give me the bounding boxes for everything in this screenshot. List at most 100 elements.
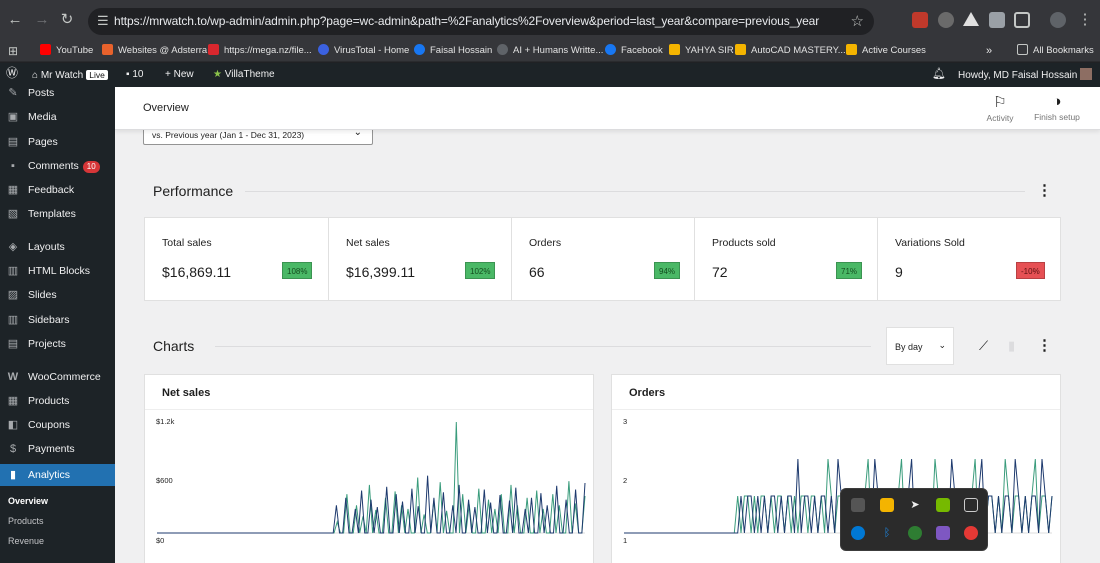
- series-line-1: [157, 421, 586, 534]
- comment-icon: ▪: [11, 160, 15, 172]
- sidebar-item-analytics[interactable]: ▮ Analytics: [0, 464, 115, 486]
- extension-icon[interactable]: [989, 12, 1005, 28]
- extension-icon[interactable]: [912, 12, 928, 28]
- sidebar-item-sidebars[interactable]: ▥ Sidebars: [0, 309, 115, 331]
- bookmark[interactable]: Facebook: [605, 43, 663, 59]
- bookmark[interactable]: VirusTotal - Home: [318, 43, 409, 59]
- site-info-icon[interactable]: ☰: [97, 13, 109, 29]
- bluetooth-icon[interactable]: ᛒ: [880, 526, 894, 540]
- submenu-revenue[interactable]: Revenue: [8, 536, 44, 546]
- bookmark[interactable]: Websites @ Adsterra: [102, 43, 207, 59]
- site-name-link[interactable]: ⌂ Mr Watch Live: [32, 68, 108, 83]
- sidebar-item-layouts[interactable]: ◈ Layouts: [0, 236, 115, 258]
- slides-icon: ▨: [7, 289, 19, 301]
- tray-app-icon[interactable]: [908, 526, 922, 540]
- kpi-value: 9: [895, 264, 903, 280]
- submenu-overview[interactable]: Overview: [8, 496, 48, 506]
- reload-icon[interactable]: ↻: [58, 11, 76, 29]
- sidebar-item-media[interactable]: ▣ Media: [0, 106, 115, 128]
- back-icon[interactable]: ←: [6, 11, 24, 29]
- bar-chart-icon[interactable]: ▮: [1008, 338, 1015, 354]
- bookmarks-bar: ⊞ YouTube Websites @ Adsterra https://me…: [0, 40, 1100, 62]
- comments-badge: 10: [82, 161, 100, 173]
- kpi-card[interactable]: Orders 66 94%: [512, 218, 695, 300]
- sidebar-item-posts[interactable]: ✎ Posts: [0, 82, 115, 104]
- kpi-card[interactable]: Total sales $16,869.11 108%: [145, 218, 329, 300]
- telegram-icon[interactable]: ➤: [908, 498, 922, 512]
- bookmark-label: https://mega.nz/file...: [224, 45, 312, 56]
- sidebar-item-html-blocks[interactable]: ▥ HTML Blocks: [0, 260, 115, 282]
- kpi-delta-badge: 94%: [654, 262, 681, 279]
- page-title: Overview: [143, 102, 189, 114]
- sidebar-item-comments[interactable]: ▪ Comments 10: [0, 155, 115, 177]
- extension-icon[interactable]: [938, 12, 954, 28]
- new-content-link[interactable]: + New: [165, 68, 194, 82]
- tray-app-icon[interactable]: [851, 498, 865, 512]
- submenu-products[interactable]: Products: [8, 516, 44, 526]
- edge-icon[interactable]: [851, 526, 865, 540]
- flag-icon: ⚐: [993, 94, 1007, 111]
- nvidia-icon[interactable]: [936, 498, 950, 512]
- sidebar-item-label: Projects: [28, 338, 66, 350]
- bookmark[interactable]: YouTube: [40, 43, 93, 59]
- all-bookmarks[interactable]: All Bookmarks: [1017, 43, 1094, 59]
- kpi-value: 66: [529, 264, 545, 280]
- sidebar-item-payments[interactable]: $ Payments: [0, 438, 115, 460]
- sidebar-item-products[interactable]: ▦ Products: [0, 390, 115, 412]
- orders-chart: Orders 3 2 1: [611, 374, 1061, 563]
- sidebar-item-feedback[interactable]: ▦ Feedback: [0, 179, 115, 201]
- sidebar-item-projects[interactable]: ▤ Projects: [0, 333, 115, 355]
- performance-menu-icon[interactable]: ⋮: [1037, 181, 1052, 199]
- orders-plot: [624, 458, 1053, 534]
- bookmark[interactable]: AI + Humans Writte...: [497, 43, 603, 59]
- sidebar-item-label: Layouts: [28, 241, 65, 253]
- notification-bell-icon[interactable]: 🔔︎: [932, 67, 946, 81]
- bookmark[interactable]: Active Courses: [846, 43, 926, 59]
- half-circle-icon: ◑: [1052, 93, 1062, 110]
- browser-toolbar: ← → ↻ ☰ https://mrwatch.to/wp-admin/admi…: [0, 0, 1100, 40]
- bookmark[interactable]: Faisal Hossain: [414, 43, 492, 59]
- kpi-card[interactable]: Net sales $16,399.11 102%: [329, 218, 512, 300]
- bookmark[interactable]: AutoCAD MASTERY...: [735, 43, 846, 59]
- pen-icon[interactable]: [936, 526, 950, 540]
- villatheme-link[interactable]: ★ VillaTheme: [213, 68, 275, 82]
- sidebar-item-slides[interactable]: ▨ Slides: [0, 284, 115, 306]
- admin-sidebar: ✎ Posts ▣ Media ▤ Pages ▪ Comments 10 ▦ Feedba…: [0, 87, 115, 563]
- charts-menu-icon[interactable]: ⋮: [1037, 336, 1052, 354]
- performance-cards: Total sales $16,869.11 108% Net sales $1…: [144, 217, 1061, 301]
- chevron-down-icon: ⌄: [938, 340, 946, 350]
- interval-select[interactable]: By day ⌄: [886, 327, 954, 365]
- display-icon[interactable]: [964, 498, 978, 512]
- sidebar-item-pages[interactable]: ▤ Pages: [0, 131, 115, 153]
- finish-setup-button[interactable]: ◑ Finish setup: [1029, 93, 1085, 122]
- comments-link[interactable]: ▪ 10: [126, 68, 143, 82]
- forward-icon[interactable]: →: [33, 11, 51, 29]
- extension-icon[interactable]: [963, 12, 979, 26]
- performance-title: Performance: [153, 183, 234, 199]
- bookmark[interactable]: YAHYA SIR: [669, 43, 734, 59]
- profile-avatar[interactable]: [1050, 12, 1066, 28]
- address-url[interactable]: https://mrwatch.to/wp-admin/admin.php?pa…: [114, 14, 819, 28]
- sidebar-item-templates[interactable]: ▧ Templates: [0, 203, 115, 225]
- line-chart-icon[interactable]: ⟋: [979, 338, 988, 354]
- bookmark-star-icon[interactable]: ☆: [851, 12, 864, 30]
- sidebar-item-label: Pages: [28, 136, 58, 148]
- sidebar-item-coupons[interactable]: ◧ Coupons: [0, 414, 115, 436]
- chrome-icon[interactable]: [964, 526, 978, 540]
- account-menu[interactable]: Howdy, MD Faisal Hossain: [958, 68, 1093, 83]
- wordpress-logo-icon[interactable]: Ⓦ: [6, 66, 18, 80]
- tray-app-icon[interactable]: [880, 498, 894, 512]
- apps-grid-icon[interactable]: ⊞: [8, 43, 18, 59]
- bookmark[interactable]: https://mega.nz/file...: [208, 43, 312, 59]
- sidebar-item-woocommerce[interactable]: W WooCommerce: [0, 366, 115, 388]
- kpi-card[interactable]: Variations Sold 9 -10%: [878, 218, 1060, 300]
- sidebar-item-label: Slides: [28, 289, 57, 301]
- bookmarks-overflow[interactable]: »: [986, 43, 992, 59]
- kpi-card[interactable]: Products sold 72 71%: [695, 218, 878, 300]
- activity-button[interactable]: ⚐ Activity: [983, 93, 1017, 123]
- address-bar[interactable]: ☰ https://mrwatch.to/wp-admin/admin.php?…: [88, 8, 874, 35]
- kpi-value: 72: [712, 264, 728, 280]
- kpi-value: $16,399.11: [346, 264, 416, 280]
- menu-kebab-icon[interactable]: ⋮: [1076, 11, 1094, 29]
- extensions-puzzle-icon[interactable]: [1014, 12, 1030, 28]
